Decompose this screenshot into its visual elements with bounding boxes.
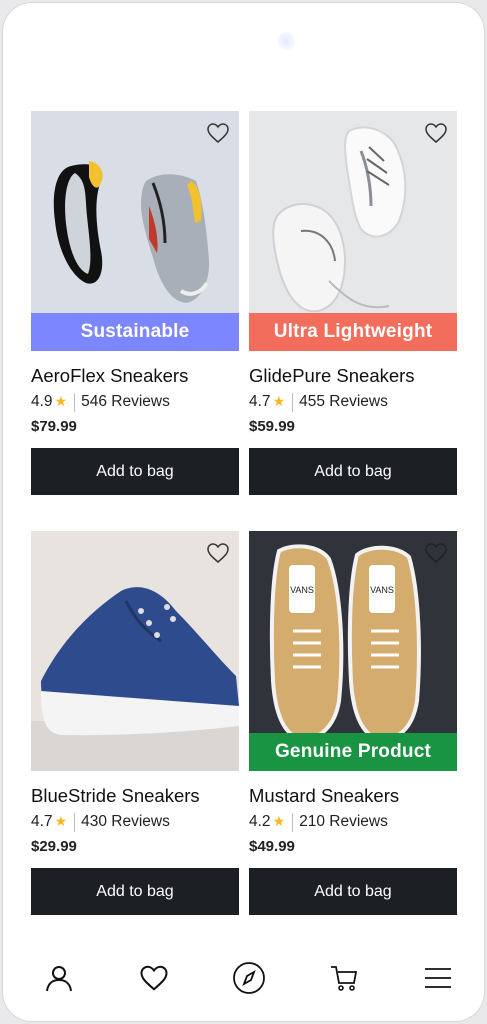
camera-dot	[277, 32, 295, 50]
star-icon: ★	[54, 813, 68, 829]
wishlist-heart-icon[interactable]	[205, 541, 231, 565]
rating-row: 4.7 ★ 430 Reviews	[31, 812, 239, 832]
product-title[interactable]: Mustard Sneakers	[249, 785, 457, 807]
product-image[interactable]: Ultra Lightweight	[249, 111, 457, 351]
add-to-bag-button[interactable]: Add to bag	[31, 868, 239, 915]
svg-text:VANS: VANS	[370, 585, 394, 595]
product-title[interactable]: BlueStride Sneakers	[31, 785, 239, 807]
divider	[292, 812, 294, 832]
rating-row: 4.7 ★ 455 Reviews	[249, 392, 457, 412]
rating-row: 4.9 ★ 546 Reviews	[31, 392, 239, 412]
bottom-nav	[3, 953, 484, 1008]
divider	[74, 392, 76, 412]
badge: Sustainable	[31, 313, 239, 351]
review-count[interactable]: 546 Reviews	[81, 393, 170, 411]
badge: Genuine Product	[249, 733, 457, 771]
heart-icon[interactable]	[137, 961, 171, 995]
compass-icon[interactable]	[232, 961, 266, 995]
badge: Ultra Lightweight	[249, 313, 457, 351]
product-title[interactable]: AeroFlex Sneakers	[31, 365, 239, 387]
divider	[292, 392, 294, 412]
price: $49.99	[249, 838, 295, 855]
add-to-bag-button[interactable]: Add to bag	[249, 868, 457, 915]
rating-value: 4.2	[249, 813, 271, 830]
rating-value: 4.7	[249, 393, 271, 410]
add-to-bag-button[interactable]: Add to bag	[249, 448, 457, 495]
product-card-aeroflex[interactable]: Sustainable AeroFlex Sneakers 4.9 ★ 546 …	[31, 111, 239, 495]
menu-icon[interactable]	[421, 961, 455, 995]
user-icon[interactable]	[42, 961, 76, 995]
star-icon: ★	[54, 393, 68, 409]
price: $29.99	[31, 838, 77, 855]
review-count[interactable]: 210 Reviews	[299, 813, 388, 831]
product-image[interactable]: VANS VANS Genuine Product	[249, 531, 457, 771]
review-count[interactable]: 430 Reviews	[81, 813, 170, 831]
product-card-mustard[interactable]: VANS VANS Genuine Product Mustard Sneake…	[249, 531, 457, 915]
wishlist-heart-icon[interactable]	[205, 121, 231, 145]
svg-text:VANS: VANS	[290, 585, 314, 595]
shoe-photo	[31, 531, 239, 771]
product-image[interactable]	[31, 531, 239, 771]
product-card-glidepure[interactable]: Ultra Lightweight GlidePure Sneakers 4.7…	[249, 111, 457, 495]
add-to-bag-button[interactable]: Add to bag	[31, 448, 239, 495]
rating-value: 4.9	[31, 393, 53, 410]
rating-value: 4.7	[31, 813, 53, 830]
product-card-bluestride[interactable]: BlueStride Sneakers 4.7 ★ 430 Reviews $2…	[31, 531, 239, 915]
review-count[interactable]: 455 Reviews	[299, 393, 388, 411]
phone-frame: Sustainable AeroFlex Sneakers 4.9 ★ 546 …	[2, 2, 485, 1022]
star-icon: ★	[272, 393, 286, 409]
cart-icon[interactable]	[327, 961, 361, 995]
price: $59.99	[249, 418, 295, 435]
price: $79.99	[31, 418, 77, 435]
star-icon: ★	[272, 813, 286, 829]
product-title[interactable]: GlidePure Sneakers	[249, 365, 457, 387]
rating-row: 4.2 ★ 210 Reviews	[249, 812, 457, 832]
product-image[interactable]: Sustainable	[31, 111, 239, 351]
divider	[74, 812, 76, 832]
wishlist-heart-icon[interactable]	[423, 541, 449, 565]
wishlist-heart-icon[interactable]	[423, 121, 449, 145]
